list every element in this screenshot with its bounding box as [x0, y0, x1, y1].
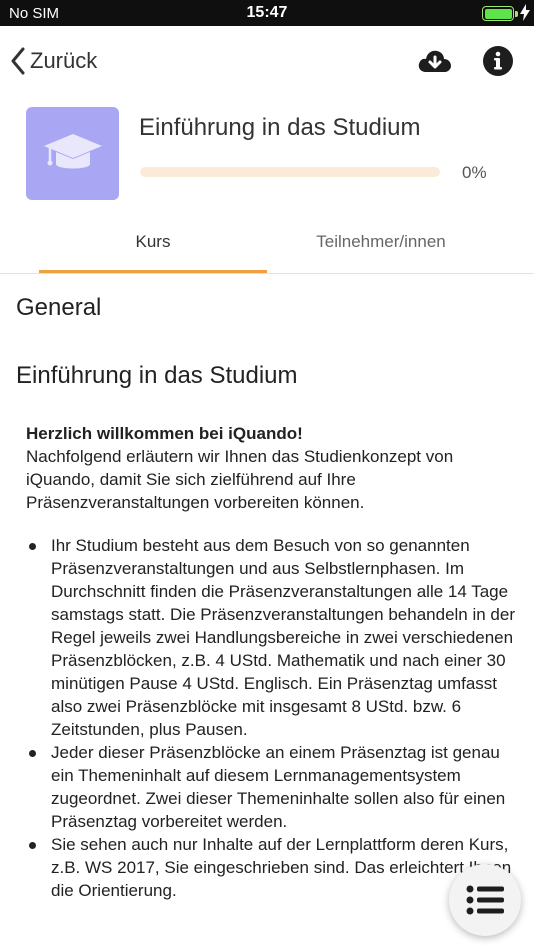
- back-label: Zurück: [30, 48, 98, 73]
- chevron-left-icon: [11, 47, 25, 75]
- list-item: Ihr Studium besteht aus dem Besuch von s…: [26, 534, 516, 741]
- cloud-download-icon: [418, 50, 451, 72]
- battery-icon: [482, 6, 514, 21]
- download-button[interactable]: [417, 45, 453, 77]
- tab-teilnehmer[interactable]: Teilnehmer/innen: [267, 212, 495, 272]
- course-progress-text: 0%: [462, 163, 487, 182]
- graduation-cap-icon: [43, 133, 102, 168]
- course-index-button[interactable]: [449, 864, 521, 936]
- status-bar: No SIM 15:47: [0, 0, 534, 26]
- section-summary: Herzlich willkommen bei iQuando! Nachfol…: [26, 422, 516, 902]
- tab-teilnehmer-label: Teilnehmer/innen: [316, 232, 446, 251]
- list-menu-icon: [466, 885, 504, 915]
- info-button[interactable]: [482, 45, 514, 77]
- course-progress-bar: [140, 167, 440, 177]
- nav-bar: Zurück: [0, 26, 534, 96]
- intro-paragraph: Nachfolgend erläutern wir Ihnen das Stud…: [26, 447, 454, 512]
- section-title-general[interactable]: General: [16, 294, 101, 322]
- info-icon: [483, 46, 513, 76]
- tab-kurs-label: Kurs: [135, 232, 171, 251]
- section-title-einfuehrung[interactable]: Einführung in das Studium: [16, 362, 298, 390]
- list-item: Sie sehen auch nur Inhalte auf der Lernp…: [26, 833, 516, 902]
- welcome-heading: Herzlich willkommen bei iQuando!: [26, 424, 303, 443]
- course-image: [26, 107, 119, 200]
- tab-bar: Kurs Teilnehmer/innen: [0, 212, 534, 274]
- info-list: Ihr Studium besteht aus dem Besuch von s…: [26, 534, 516, 902]
- active-tab-indicator: [39, 270, 267, 273]
- course-title: Einführung in das Studium: [139, 114, 421, 141]
- tab-kurs[interactable]: Kurs: [39, 212, 267, 273]
- list-item: Jeder dieser Präsenzblöcke an einem Präs…: [26, 741, 516, 833]
- back-button[interactable]: Zurück: [10, 46, 97, 76]
- clock: 15:47: [246, 4, 288, 21]
- charging-bolt-icon: [520, 4, 530, 21]
